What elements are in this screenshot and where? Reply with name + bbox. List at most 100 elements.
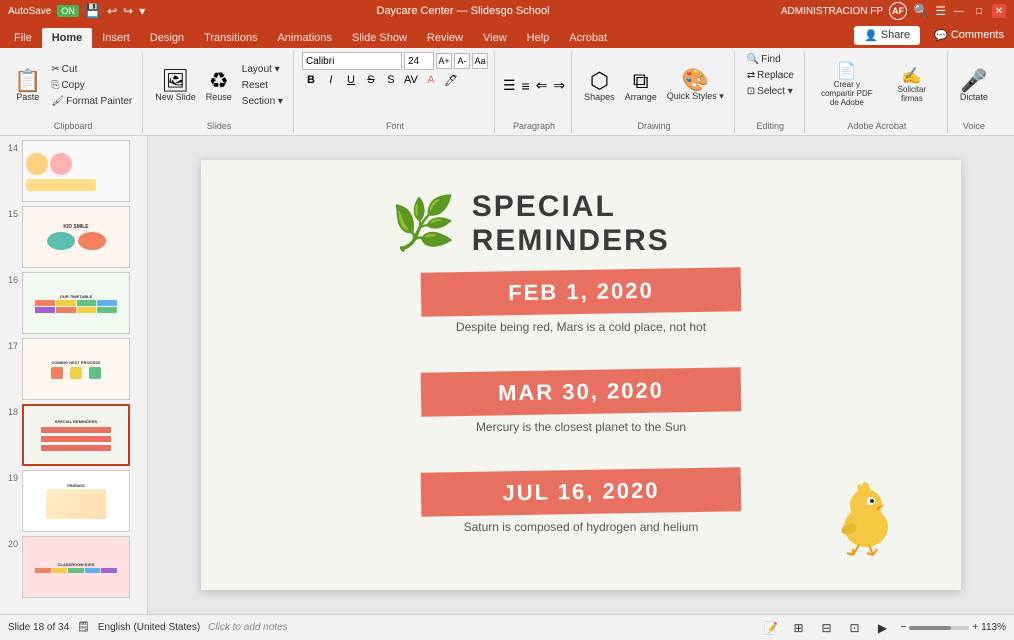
reminder-date-2: MAR 30, 2020	[498, 378, 664, 407]
italic-button[interactable]: I	[322, 71, 340, 89]
section-button[interactable]: Section ▾	[238, 94, 287, 109]
save-icon[interactable]: 💾	[85, 3, 101, 19]
view-slideshow-button[interactable]: ▶	[872, 618, 892, 638]
slide-panel[interactable]: 14 15 KID SMILE	[0, 136, 148, 614]
slide-thumb-15[interactable]: 15 KID SMILE	[4, 206, 143, 268]
slide-num-15: 15	[4, 209, 18, 219]
quick-styles-button[interactable]: 🎨 Quick Styles ▾	[663, 66, 728, 105]
shapes-button[interactable]: ⬡ Shapes	[580, 67, 619, 105]
find-button[interactable]: 🔍 Find	[743, 52, 798, 67]
zoom-in-button[interactable]: +	[972, 622, 978, 633]
format-painter-button[interactable]: 🖌 Format Painter	[47, 94, 136, 109]
leaf-icon: 🌿	[391, 198, 456, 250]
numbering-button[interactable]: ≡	[522, 78, 530, 94]
font-size-down[interactable]: A-	[454, 53, 470, 69]
view-normal-button[interactable]: ⊞	[788, 618, 808, 638]
language: English (United States)	[98, 622, 200, 633]
zoom-control[interactable]: − + 113%	[900, 622, 1006, 633]
tab-help[interactable]: Help	[517, 28, 560, 48]
slide-thumb-20[interactable]: 20 CLASSROOM KIDS	[4, 536, 143, 598]
redo-icon[interactable]: ↪	[123, 4, 133, 18]
font-color-button[interactable]: A	[422, 71, 440, 89]
slide-img-15[interactable]: KID SMILE	[22, 206, 130, 268]
user-avatar[interactable]: AF	[889, 2, 907, 20]
zoom-slider[interactable]	[909, 626, 969, 630]
slide-img-18[interactable]: SPECIAL REMINDERS	[22, 404, 130, 466]
slide-info: Slide 18 of 34	[8, 622, 69, 633]
ribbon-group-clipboard: 📋 Paste ✂ Cut ⎘ Copy 🖌 Format Painter Cl…	[4, 50, 143, 133]
undo-icon[interactable]: ↩	[107, 4, 117, 18]
reminder-desc-2: Mercury is the closest planet to the Sun	[476, 420, 686, 434]
bullets-button[interactable]: ☰	[503, 77, 516, 94]
slide-thumb-18[interactable]: 18 SPECIAL REMINDERS	[4, 404, 143, 466]
slide-thumb-14[interactable]: 14	[4, 140, 143, 202]
tab-animations[interactable]: Animations	[267, 28, 341, 48]
view-reading-button[interactable]: ⊡	[844, 618, 864, 638]
slide-canvas[interactable]: 🌿 SPECIAL REMINDERS FEB 1, 2020 Despite …	[201, 160, 961, 590]
tab-design[interactable]: Design	[140, 28, 194, 48]
create-pdf-button[interactable]: 📄 Crear y compartir PDF de Adobe	[813, 61, 881, 110]
title-bar: AutoSave ON 💾 ↩ ↪ ▾ Daycare Center — Sli…	[0, 0, 1014, 22]
select-button[interactable]: ⊡ Select ▾	[743, 84, 798, 99]
slide-img-19[interactable]: FRIENDS	[22, 470, 130, 532]
zoom-out-button[interactable]: −	[900, 622, 906, 633]
slide-img-16[interactable]: OUR TIMETABLE	[22, 272, 130, 334]
copy-button[interactable]: ⎘ Copy	[47, 78, 136, 93]
tab-view[interactable]: View	[473, 28, 517, 48]
tab-transitions[interactable]: Transitions	[194, 28, 267, 48]
slide-thumb-19[interactable]: 19 FRIENDS	[4, 470, 143, 532]
sign-icon: ✍	[902, 69, 922, 85]
view-slide-sorter-button[interactable]: ⊟	[816, 618, 836, 638]
replace-button[interactable]: ⇄ Replace	[743, 68, 798, 83]
indent-inc[interactable]: ⇒	[553, 77, 565, 94]
chick-decoration	[831, 477, 901, 560]
slide-thumb-16[interactable]: 16 OUR TIMETABLE	[4, 272, 143, 334]
paragraph-label: Paragraph	[513, 119, 555, 131]
solicitar-button[interactable]: ✍ Solicitar firmas	[883, 66, 941, 106]
slide-img-14[interactable]	[22, 140, 130, 202]
slide-num-18: 18	[4, 407, 18, 417]
font-size-up[interactable]: A+	[436, 53, 452, 69]
font-row1: Calibri 24 A+ A- Aa	[302, 52, 488, 70]
underline-button[interactable]: U	[342, 71, 360, 89]
strikethrough-button[interactable]: S	[362, 71, 380, 89]
autosave-toggle[interactable]: ON	[57, 5, 79, 17]
reset-button[interactable]: Reset	[238, 78, 287, 93]
layout-button[interactable]: Layout ▾	[238, 62, 287, 77]
dictate-button[interactable]: 🎤 Dictate	[956, 67, 992, 105]
tab-acrobat[interactable]: Acrobat	[559, 28, 617, 48]
maximize-btn[interactable]: □	[972, 4, 986, 18]
customize-icon[interactable]: ▾	[139, 4, 145, 18]
font-name-box[interactable]: Calibri	[302, 52, 402, 70]
slide-thumb-17[interactable]: 17 COMING NEXT PROCESS → →	[4, 338, 143, 400]
slide-img-17[interactable]: COMING NEXT PROCESS → →	[22, 338, 130, 400]
font-size-box[interactable]: 24	[404, 52, 434, 70]
slide-img-20[interactable]: CLASSROOM KIDS	[22, 536, 130, 598]
clear-format[interactable]: Aa	[472, 53, 488, 69]
minimize-btn[interactable]: —	[952, 4, 966, 18]
bold-button[interactable]: B	[302, 71, 320, 89]
notes-button[interactable]: 📝	[760, 618, 780, 638]
tab-insert[interactable]: Insert	[92, 28, 140, 48]
ribbon-icon[interactable]: ☰	[935, 4, 946, 18]
shadow-button[interactable]: S	[382, 71, 400, 89]
tab-file[interactable]: File	[4, 28, 42, 48]
paste-button[interactable]: 📋 Paste	[10, 67, 45, 105]
reminder-desc-1: Despite being red, Mars is a cold place,…	[456, 320, 706, 334]
arrange-button[interactable]: ⧉ Arrange	[621, 67, 661, 105]
indent-dec[interactable]: ⇐	[536, 77, 548, 94]
new-slide-button[interactable]: 🖼 New Slide	[151, 67, 200, 105]
search-ribbon-icon[interactable]: 🔍	[913, 3, 929, 19]
tab-slideshow[interactable]: Slide Show	[342, 28, 417, 48]
highlight-button[interactable]: 🖊	[442, 71, 460, 89]
close-btn[interactable]: ✕	[992, 4, 1006, 18]
click-to-add-notes[interactable]: Click to add notes	[208, 622, 288, 633]
share-button[interactable]: 👤 Share	[854, 26, 920, 45]
tab-home[interactable]: Home	[42, 28, 93, 48]
comments-button[interactable]: 💬 Comments	[924, 26, 1014, 45]
tab-review[interactable]: Review	[417, 28, 473, 48]
char-spacing-button[interactable]: AV	[402, 71, 420, 89]
cut-button[interactable]: ✂ Cut	[47, 62, 136, 77]
bottom-bar-right: 📝 ⊞ ⊟ ⊡ ▶ − + 113%	[760, 618, 1006, 638]
reuse-button[interactable]: ♻ Reuse	[202, 67, 236, 105]
